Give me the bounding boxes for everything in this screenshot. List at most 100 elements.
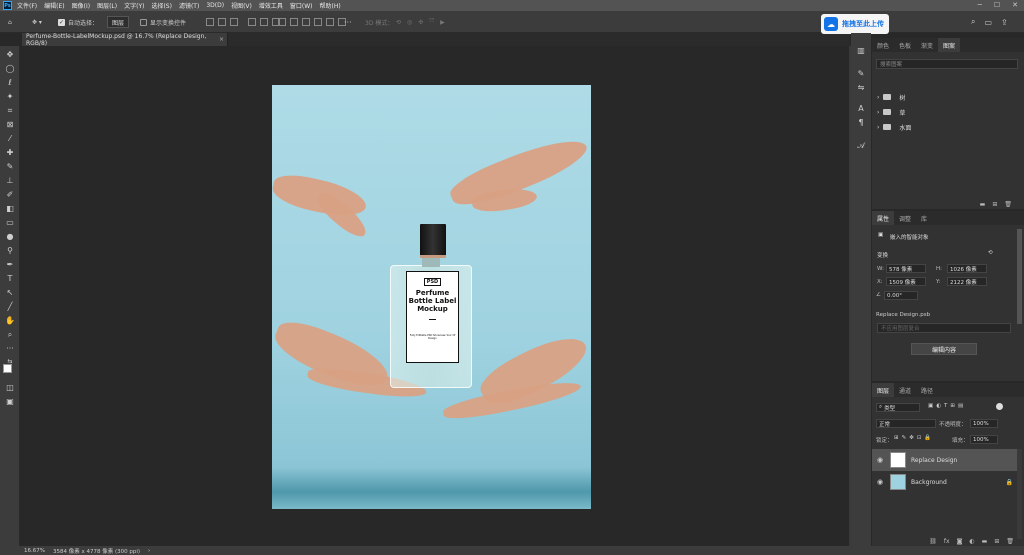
eyedropper-icon[interactable]: ⁄ [4,133,16,145]
menu-plugins[interactable]: 增效工具 [259,1,283,10]
tab-libraries[interactable]: 库 [916,211,932,225]
eraser-icon[interactable]: ◧ [4,203,16,215]
auto-select-dropdown[interactable]: 图层 [107,16,130,28]
opacity-field[interactable]: 100% [970,419,998,428]
blend-mode-dropdown[interactable]: 正常 [876,419,936,428]
layer-row[interactable]: ◉ Replace Design [872,449,1017,471]
quick-mask-icon[interactable]: ◫ [4,382,16,394]
tab-color[interactable]: 颜色 [872,38,894,52]
magic-wand-icon[interactable]: ✦ [4,91,16,103]
foreground-color-swatch[interactable] [3,364,12,373]
layer-row[interactable]: ◉ Background 🔒 [872,471,1017,493]
zoom-level[interactable]: 16.67% [24,548,45,554]
patterns-panel-buttons[interactable]: ▬ ⊞ 🗑 [980,201,1012,208]
more-options-button[interactable]: ··· [344,11,352,33]
tab-channels[interactable]: 通道 [894,383,916,397]
pen-tool-icon[interactable]: ✒ [4,259,16,271]
fill-field[interactable]: 100% [970,435,998,444]
document-canvas[interactable]: PSD Perfume Bottle Label Mockup Fully Ed… [272,85,591,509]
tab-properties[interactable]: 属性 [872,211,895,225]
distribute-buttons[interactable] [278,11,350,33]
history-brush-icon[interactable]: ✐ [4,189,16,201]
minimize-icon[interactable]: ─ [978,1,982,9]
height-field[interactable]: 1026 像素 [947,264,987,273]
tab-layers[interactable]: 图层 [872,383,895,397]
menu-3d[interactable]: 3D(D) [206,2,224,9]
type-tool-icon[interactable]: T [4,273,16,285]
paragraph-panel-icon[interactable]: ¶ [855,117,867,129]
line-tool-icon[interactable]: ╱ [4,301,16,313]
properties-scrollbar[interactable] [1017,229,1022,324]
auto-select-checkbox[interactable]: ✓ 自动选择： [58,11,98,33]
pattern-group-grass[interactable]: › 草 [872,105,1017,119]
eye-icon[interactable]: ◉ [877,456,885,464]
tab-adjustments[interactable]: 调整 [894,211,916,225]
menu-edit[interactable]: 编辑(E) [44,1,64,10]
move-tool-icon[interactable]: ✥ [4,49,16,61]
width-field[interactable]: 578 像素 [886,264,926,273]
menu-select[interactable]: 选择(S) [151,1,172,10]
menu-layer[interactable]: 图层(L) [97,1,117,10]
adjust-panel-icon[interactable]: ⇋ [855,82,867,94]
glyphs-panel-icon[interactable]: 𝒜 [855,140,867,152]
transform-controls-checkbox[interactable]: 显示变换控件 [140,11,186,33]
reset-transform-icon[interactable]: ⟲ [988,250,993,256]
angle-field[interactable]: 0.00° [884,291,918,300]
menu-help[interactable]: 帮助(H) [320,1,341,10]
pattern-group-water[interactable]: › 水面 [872,120,1017,134]
status-menu-arrow[interactable]: › [148,548,150,554]
hand-tool-icon[interactable]: ✋ [4,315,16,327]
tab-swatches[interactable]: 色板 [894,38,916,52]
stamp-tool-icon[interactable]: ⊥ [4,175,16,187]
edit-contents-button[interactable]: 编辑内容 [911,343,977,355]
menu-type[interactable]: 文字(Y) [124,1,144,10]
brush-tool-icon[interactable]: ✎ [4,161,16,173]
character-panel-icon[interactable]: A [855,103,867,115]
menu-view[interactable]: 视图(V) [231,1,252,10]
menu-file[interactable]: 文件(F) [17,1,37,10]
pattern-search-input[interactable]: 搜索图案 [876,59,1018,69]
tab-paths[interactable]: 路径 [916,383,938,397]
blur-tool-icon[interactable]: ● [4,231,16,243]
path-select-icon[interactable]: ↖ [4,287,16,299]
menu-image[interactable]: 图像(I) [72,1,90,10]
tab-gradients[interactable]: 渐变 [916,38,938,52]
lasso-tool-icon[interactable]: ℓ [4,77,16,89]
right-toolbar-icons[interactable]: ⌕ ▭ ⇪ [971,11,1008,33]
maximize-icon[interactable]: ☐ [994,1,1000,9]
home-icon[interactable]: ⌂ [8,11,12,33]
more-tools-icon[interactable]: ··· [4,343,16,355]
menu-window[interactable]: 窗口(W) [290,1,313,10]
lock-icons[interactable]: ⊞✎✥⊡🔒 [894,435,934,441]
screen-mode-icon[interactable]: ▣ [4,396,16,408]
x-field[interactable]: 1509 像素 [886,277,926,286]
tab-patterns[interactable]: 图案 [938,38,961,52]
layers-panel-buttons[interactable]: ⛓ fx ◙ ◐ ▬ ⊞ 🗑 [929,538,1014,545]
layer-comp-dropdown[interactable]: 不应用图层复合 [877,323,1011,333]
marquee-tool-icon[interactable]: ◯ [4,63,16,75]
align-buttons[interactable] [206,11,284,33]
eye-icon[interactable]: ◉ [877,478,885,486]
layers-scrollbar[interactable] [1017,449,1022,539]
y-field[interactable]: 2122 像素 [947,277,987,286]
cloud-upload-button[interactable]: ☁ 拖拽至此上传 [821,14,889,34]
gradient-tool-icon[interactable]: ▭ [4,217,16,229]
history-panel-icon[interactable]: ▥ [855,45,867,57]
healing-brush-icon[interactable]: ✚ [4,147,16,159]
brush-settings-icon[interactable]: ✎ [855,68,867,80]
move-tool-icon[interactable]: ✥ ▾ [32,11,42,33]
zoom-tool-icon[interactable]: ⌕ [4,329,16,341]
close-icon[interactable]: ✕ [1012,1,1018,9]
smart-object-thumbnail [890,452,906,468]
layer-filter-icons[interactable]: ▣◐T⊞▤ [928,403,966,409]
crop-tool-icon[interactable]: ⌗ [4,105,16,117]
dodge-tool-icon[interactable]: ⚲ [4,245,16,257]
document-tab[interactable]: Perfume-Bottle-LabelMockup.psd @ 16.7% (… [22,33,228,47]
frame-tool-icon[interactable]: ⊠ [4,119,16,131]
layer-filter-dropdown[interactable]: ⌕ 类型 [876,403,920,412]
close-tab-icon[interactable]: × [219,36,224,43]
pattern-group-tree[interactable]: › 树 [872,90,1017,104]
menu-filter[interactable]: 滤镜(T) [179,1,199,10]
3d-mode-icons[interactable]: ⟲ ◎ ✣ ⤧ ▶ [396,11,445,33]
filter-toggle-icon[interactable] [996,403,1003,410]
